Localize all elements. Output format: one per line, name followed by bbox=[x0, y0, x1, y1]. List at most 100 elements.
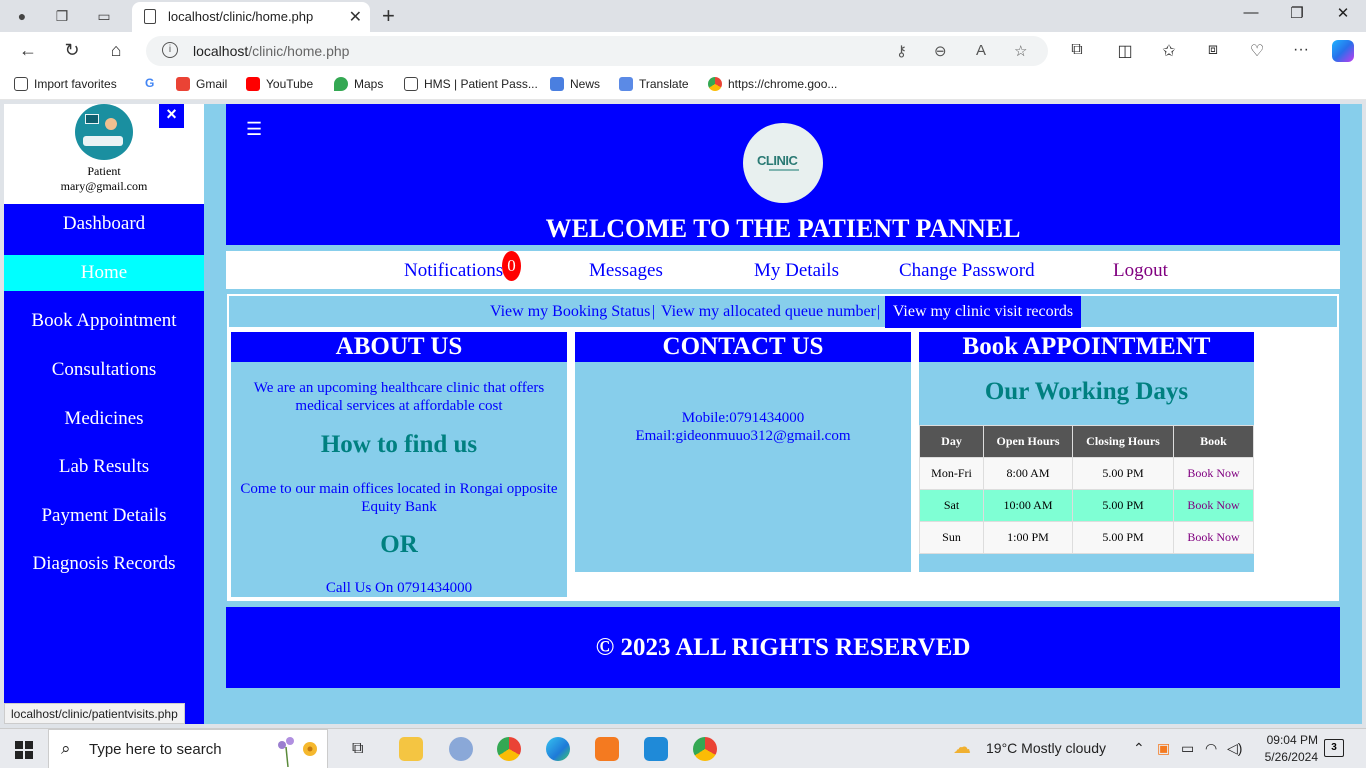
sidebar-item-medicines[interactable]: Medicines bbox=[4, 401, 204, 437]
call-us-text: Call Us On 0791434000 bbox=[325, 580, 473, 596]
favorites-icon[interactable]: ✩ bbox=[1158, 41, 1180, 61]
favorite-hms[interactable]: HMS | Patient Pass... bbox=[404, 77, 538, 91]
favorite-maps[interactable]: Maps bbox=[334, 77, 383, 91]
book-now-link[interactable]: Book Now bbox=[1173, 521, 1254, 554]
vscode-icon[interactable] bbox=[644, 737, 668, 761]
browser-tab-bar: ● ❐ ▭ localhost/clinic/home.php ✕ + — ❐ … bbox=[0, 0, 1366, 32]
refresh-icon[interactable]: ↻ bbox=[60, 40, 84, 61]
url-text: localhost/clinic/home.php bbox=[193, 43, 350, 59]
file-explorer-icon[interactable] bbox=[399, 737, 423, 761]
system-clock[interactable]: 09:04 PM 5/26/2024 bbox=[1252, 732, 1318, 766]
favorite-translate[interactable]: Translate bbox=[619, 77, 689, 91]
page-icon bbox=[144, 9, 156, 24]
restore-icon[interactable]: ❐ bbox=[1274, 4, 1320, 22]
sidebar-item-home[interactable]: Home bbox=[4, 255, 204, 291]
volume-icon[interactable]: ◁) bbox=[1227, 740, 1242, 757]
contact-mobile: Mobile:0791434000 bbox=[681, 410, 805, 426]
xampp-tray-icon[interactable]: ▣ bbox=[1157, 740, 1170, 757]
minimize-icon[interactable]: — bbox=[1228, 4, 1274, 21]
edge-taskbar-icon[interactable] bbox=[534, 729, 582, 768]
book-now-link[interactable]: Book Now bbox=[1173, 457, 1254, 490]
search-icon: ⌕ bbox=[61, 739, 71, 758]
profile-card: × Patient mary@gmail.com bbox=[4, 104, 204, 204]
sidebar-item-consultations[interactable]: Consultations bbox=[4, 352, 204, 388]
close-cell: 5.00 PM bbox=[1072, 521, 1174, 554]
nav-my-details[interactable]: My Details bbox=[754, 260, 839, 282]
link-booking-status[interactable]: View my Booking Status bbox=[490, 303, 650, 321]
zoom-out-icon[interactable]: ⊖ bbox=[934, 42, 947, 60]
open-cell: 8:00 AM bbox=[983, 457, 1073, 490]
separator: | bbox=[652, 303, 656, 320]
collections-icon[interactable]: ⧈ bbox=[1202, 41, 1224, 59]
sidebar-item-diagnosis-records[interactable]: Diagnosis Records bbox=[4, 546, 204, 582]
favorite-news[interactable]: News bbox=[550, 77, 600, 91]
back-icon[interactable]: ← bbox=[16, 40, 40, 61]
new-tab-icon[interactable]: + bbox=[382, 3, 395, 29]
extensions-icon[interactable]: ⧉ bbox=[1066, 41, 1088, 59]
taskbar: ⌕ Type here to search ⧉ ☁ 19°C Mostly cl… bbox=[0, 728, 1366, 768]
tab-title: localhost/clinic/home.php bbox=[168, 9, 314, 24]
favorite-youtube[interactable]: YouTube bbox=[246, 77, 313, 91]
browser-essentials-icon[interactable]: ♡ bbox=[1246, 41, 1268, 61]
window-close-icon[interactable]: ✕ bbox=[1320, 4, 1366, 22]
nav-change-password[interactable]: Change Password bbox=[899, 260, 1035, 282]
clock-date: 5/26/2024 bbox=[1264, 750, 1318, 764]
battery-icon[interactable]: ▭ bbox=[1181, 740, 1194, 757]
nav-logout[interactable]: Logout bbox=[1113, 260, 1168, 282]
page-viewport: × Patient mary@gmail.com Dashboard Home … bbox=[4, 104, 1362, 724]
close-cell: 5.00 PM bbox=[1072, 457, 1174, 490]
profile-email: mary@gmail.com bbox=[60, 179, 148, 193]
browser-tab[interactable]: localhost/clinic/home.php ✕ bbox=[132, 2, 370, 32]
top-navigation: Notifications 0 Messages My Details Chan… bbox=[226, 251, 1340, 289]
favorite-chrome[interactable]: https://chrome.goo... bbox=[708, 77, 837, 91]
favorite-import[interactable]: Import favorites bbox=[14, 77, 117, 91]
gmail-icon bbox=[176, 77, 190, 91]
sidebar-item-payment-details[interactable]: Payment Details bbox=[4, 498, 204, 534]
book-now-link[interactable]: Book Now bbox=[1173, 489, 1254, 522]
table-row: Mon-Fri 8:00 AM 5.00 PM Book Now bbox=[919, 457, 1254, 490]
favorite-star-icon[interactable]: ☆ bbox=[1014, 42, 1027, 60]
sidebar-item-book-appointment[interactable]: Book Appointment bbox=[4, 303, 204, 339]
wifi-icon[interactable]: ◠ bbox=[1205, 740, 1217, 757]
nav-notifications[interactable]: Notifications bbox=[404, 260, 503, 282]
task-view-icon[interactable]: ⧉ bbox=[352, 740, 363, 758]
nav-messages[interactable]: Messages bbox=[589, 260, 663, 282]
status-url-tooltip: localhost/clinic/patientvisits.php bbox=[4, 703, 185, 724]
translate-icon bbox=[619, 77, 633, 91]
sidebar-item-dashboard[interactable]: Dashboard bbox=[4, 206, 204, 242]
workspaces-icon[interactable]: ❐ bbox=[52, 6, 72, 26]
xampp-icon[interactable] bbox=[595, 737, 619, 761]
favorite-gmail[interactable]: Gmail bbox=[176, 77, 227, 91]
menu-icon[interactable]: ☰ bbox=[246, 119, 262, 140]
profile-role: Patient bbox=[87, 164, 121, 178]
chrome-taskbar-icon[interactable] bbox=[497, 737, 521, 761]
read-aloud-icon[interactable]: A bbox=[976, 42, 986, 59]
sidebar-item-lab-results[interactable]: Lab Results bbox=[4, 449, 204, 485]
table-row: Sun 1:00 PM 5.00 PM Book Now bbox=[919, 521, 1254, 554]
chrome-profile-icon[interactable] bbox=[693, 737, 717, 761]
appointment-card: Book APPOINTMENT Our Working Days Day Op… bbox=[919, 332, 1254, 572]
password-key-icon[interactable]: ⚷ bbox=[896, 42, 907, 60]
site-info-icon[interactable]: i bbox=[162, 42, 178, 58]
copilot-icon[interactable] bbox=[1332, 40, 1354, 62]
chevron-up-icon[interactable]: ⌃ bbox=[1133, 740, 1145, 757]
profile-icon[interactable]: ● bbox=[12, 6, 32, 26]
weather-text[interactable]: 19°C Mostly cloudy bbox=[986, 740, 1106, 756]
chrome-icon bbox=[708, 77, 722, 91]
url-input[interactable]: i localhost/clinic/home.php ⚷ ⊖ A ☆ bbox=[146, 36, 1048, 66]
google-icon[interactable]: G bbox=[145, 76, 154, 90]
column-header: Open Hours bbox=[983, 425, 1073, 458]
notification-center-icon[interactable]: 3 bbox=[1324, 739, 1344, 757]
close-sidebar-button[interactable]: × bbox=[159, 104, 184, 128]
close-tab-icon[interactable]: ✕ bbox=[349, 7, 362, 27]
link-queue-number[interactable]: View my allocated queue number bbox=[661, 303, 876, 321]
link-visit-records[interactable]: View my clinic visit records bbox=[885, 296, 1081, 328]
more-menu-icon[interactable]: ··· bbox=[1290, 41, 1312, 59]
home-icon[interactable]: ⌂ bbox=[104, 40, 128, 61]
paint-icon[interactable] bbox=[449, 737, 473, 761]
split-screen-icon[interactable]: ◫ bbox=[1114, 41, 1136, 61]
separator: | bbox=[877, 303, 881, 320]
tab-actions-icon[interactable]: ▭ bbox=[94, 6, 114, 26]
day-cell: Sat bbox=[919, 489, 984, 522]
windows-start-icon[interactable] bbox=[15, 741, 33, 759]
